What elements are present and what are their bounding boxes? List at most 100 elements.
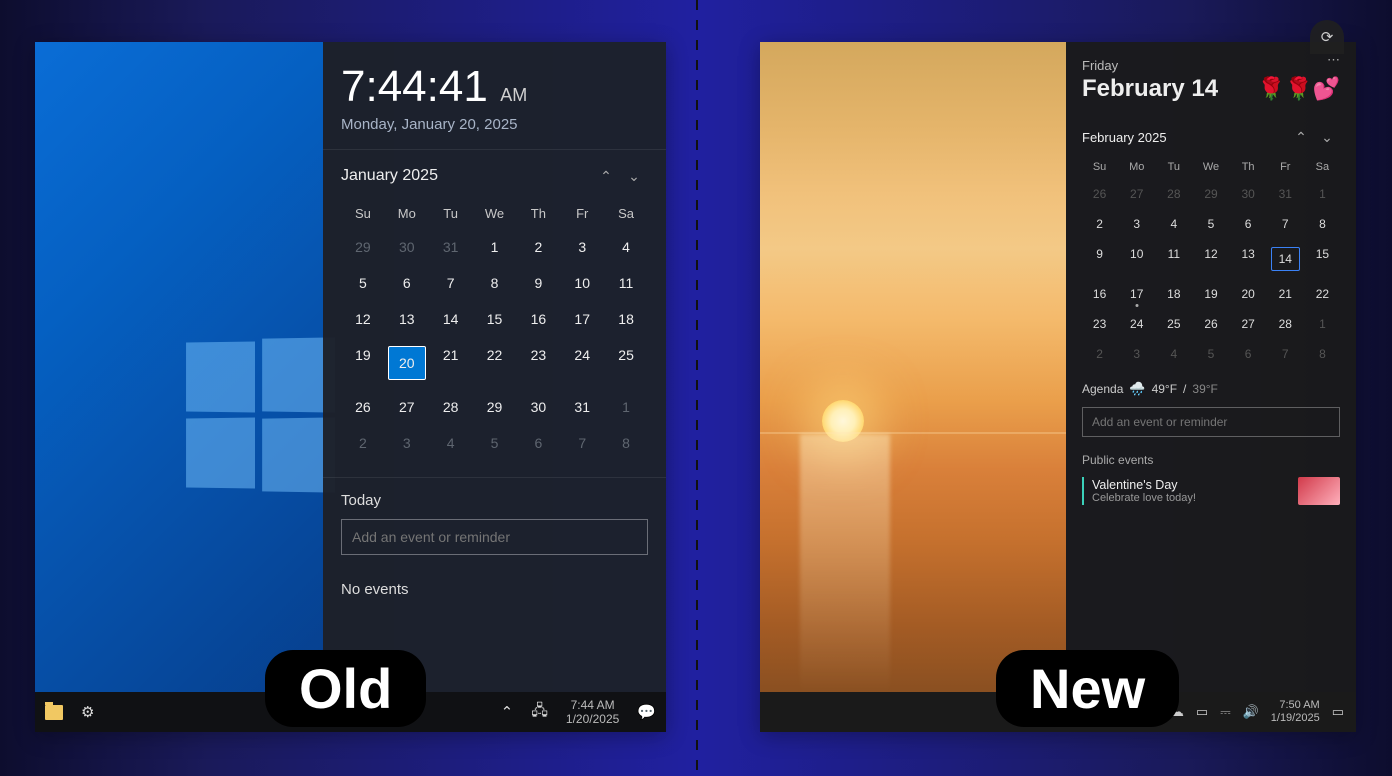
cast-icon[interactable]: ▭ bbox=[1196, 704, 1208, 720]
day-cell[interactable]: 1 bbox=[473, 229, 517, 265]
day-cell[interactable]: 13 bbox=[385, 301, 429, 337]
day-cell[interactable]: 10 bbox=[1119, 239, 1154, 279]
volume-icon[interactable]: 🔊 bbox=[1243, 704, 1259, 720]
day-cell[interactable]: 16 bbox=[516, 301, 560, 337]
month-label[interactable]: January 2025 bbox=[341, 167, 592, 185]
day-cell[interactable]: 3 bbox=[560, 229, 604, 265]
day-cell[interactable]: 30 bbox=[1231, 179, 1266, 209]
add-event-input[interactable] bbox=[1082, 407, 1340, 437]
day-cell[interactable]: 8 bbox=[473, 265, 517, 301]
day-cell[interactable]: 21 bbox=[429, 337, 473, 389]
day-cell[interactable]: 25 bbox=[1156, 309, 1191, 339]
day-cell[interactable]: 28 bbox=[429, 389, 473, 425]
day-cell[interactable]: 6 bbox=[1231, 339, 1266, 369]
day-cell[interactable]: 4 bbox=[429, 425, 473, 461]
event-valentines[interactable]: Valentine's Day Celebrate love today! bbox=[1082, 477, 1340, 505]
day-cell[interactable]: 8 bbox=[1305, 339, 1340, 369]
day-cell[interactable]: 17 bbox=[1119, 279, 1154, 309]
clock-date[interactable]: Monday, January 20, 2025 bbox=[341, 116, 648, 133]
tray-expand-icon[interactable]: ⌃ bbox=[501, 703, 514, 721]
day-cell[interactable]: 7 bbox=[1268, 209, 1303, 239]
day-cell[interactable]: 12 bbox=[341, 301, 385, 337]
day-cell[interactable]: 20 bbox=[1231, 279, 1266, 309]
day-cell[interactable]: 4 bbox=[1156, 339, 1191, 369]
day-cell[interactable]: 15 bbox=[1305, 239, 1340, 279]
taskbar-clock[interactable]: 7:50 AM 1/19/2025 bbox=[1271, 699, 1320, 725]
day-cell[interactable]: 22 bbox=[1305, 279, 1340, 309]
day-cell[interactable]: 19 bbox=[1193, 279, 1228, 309]
day-cell[interactable]: 29 bbox=[1193, 179, 1228, 209]
day-cell[interactable]: 31 bbox=[429, 229, 473, 265]
day-cell[interactable]: 19 bbox=[341, 337, 385, 389]
day-cell[interactable]: 23 bbox=[1082, 309, 1117, 339]
day-cell[interactable]: 26 bbox=[341, 389, 385, 425]
day-cell[interactable]: 18 bbox=[1156, 279, 1191, 309]
day-cell[interactable]: 2 bbox=[516, 229, 560, 265]
day-cell[interactable]: 9 bbox=[1082, 239, 1117, 279]
month-label[interactable]: February 2025 bbox=[1082, 130, 1288, 145]
day-cell[interactable]: 31 bbox=[560, 389, 604, 425]
day-cell[interactable]: 31 bbox=[1268, 179, 1303, 209]
day-cell[interactable]: 27 bbox=[1119, 179, 1154, 209]
taskbar-clock[interactable]: 7:44 AM 1/20/2025 bbox=[566, 698, 619, 727]
day-cell[interactable]: 23 bbox=[516, 337, 560, 389]
day-cell[interactable]: 30 bbox=[516, 389, 560, 425]
day-cell[interactable]: 3 bbox=[1119, 339, 1154, 369]
wifi-icon[interactable]: ⎓ bbox=[1220, 704, 1230, 720]
day-cell[interactable]: 1 bbox=[1305, 309, 1340, 339]
day-cell[interactable]: 7 bbox=[560, 425, 604, 461]
day-cell[interactable]: 22 bbox=[473, 337, 517, 389]
day-cell[interactable]: 7 bbox=[429, 265, 473, 301]
day-cell[interactable]: 14 bbox=[429, 301, 473, 337]
day-cell[interactable]: 2 bbox=[341, 425, 385, 461]
day-cell[interactable]: 1 bbox=[604, 389, 648, 425]
day-cell[interactable]: 11 bbox=[1156, 239, 1191, 279]
day-cell[interactable]: 18 bbox=[604, 301, 648, 337]
day-cell[interactable]: 29 bbox=[341, 229, 385, 265]
day-cell[interactable]: 28 bbox=[1268, 309, 1303, 339]
day-cell[interactable]: 16 bbox=[1082, 279, 1117, 309]
day-cell[interactable]: 5 bbox=[473, 425, 517, 461]
day-cell[interactable]: 30 bbox=[385, 229, 429, 265]
settings-icon[interactable]: ⚙ bbox=[81, 703, 94, 721]
prev-month-button[interactable]: ⌃ bbox=[592, 162, 620, 190]
file-explorer-icon[interactable] bbox=[45, 705, 63, 720]
day-cell[interactable]: 4 bbox=[1156, 209, 1191, 239]
day-cell[interactable]: 6 bbox=[516, 425, 560, 461]
day-cell[interactable]: 2 bbox=[1082, 339, 1117, 369]
prev-month-button[interactable]: ⌃ bbox=[1288, 123, 1314, 151]
day-cell[interactable]: 5 bbox=[341, 265, 385, 301]
next-month-button[interactable]: ⌄ bbox=[620, 162, 648, 190]
day-cell[interactable]: 10 bbox=[560, 265, 604, 301]
day-cell[interactable]: 14 bbox=[1268, 239, 1303, 279]
day-cell[interactable]: 27 bbox=[385, 389, 429, 425]
day-cell[interactable]: 29 bbox=[473, 389, 517, 425]
network-icon[interactable]: 🖧 bbox=[531, 700, 548, 725]
day-cell[interactable]: 8 bbox=[604, 425, 648, 461]
like-image-button[interactable]: ⟳ bbox=[1310, 20, 1344, 54]
day-cell[interactable]: 27 bbox=[1231, 309, 1266, 339]
day-cell[interactable]: 15 bbox=[473, 301, 517, 337]
day-cell[interactable]: 11 bbox=[604, 265, 648, 301]
day-cell[interactable]: 24 bbox=[560, 337, 604, 389]
day-cell[interactable]: 8 bbox=[1305, 209, 1340, 239]
day-cell[interactable]: 17 bbox=[560, 301, 604, 337]
notification-icon[interactable]: ▭ bbox=[1332, 704, 1344, 720]
day-cell[interactable]: 3 bbox=[385, 425, 429, 461]
day-cell[interactable]: 25 bbox=[604, 337, 648, 389]
day-cell[interactable]: 13 bbox=[1231, 239, 1266, 279]
day-cell[interactable]: 26 bbox=[1193, 309, 1228, 339]
day-cell[interactable]: 5 bbox=[1193, 339, 1228, 369]
day-cell[interactable]: 21 bbox=[1268, 279, 1303, 309]
day-cell[interactable]: 5 bbox=[1193, 209, 1228, 239]
day-cell[interactable]: 1 bbox=[1305, 179, 1340, 209]
day-cell[interactable]: 6 bbox=[1231, 209, 1266, 239]
day-cell[interactable]: 26 bbox=[1082, 179, 1117, 209]
day-cell[interactable]: 7 bbox=[1268, 339, 1303, 369]
day-cell[interactable]: 6 bbox=[385, 265, 429, 301]
day-cell[interactable]: 4 bbox=[604, 229, 648, 265]
day-cell[interactable]: 24 bbox=[1119, 309, 1154, 339]
day-cell[interactable]: 2 bbox=[1082, 209, 1117, 239]
next-month-button[interactable]: ⌄ bbox=[1314, 123, 1340, 151]
day-cell[interactable]: 12 bbox=[1193, 239, 1228, 279]
